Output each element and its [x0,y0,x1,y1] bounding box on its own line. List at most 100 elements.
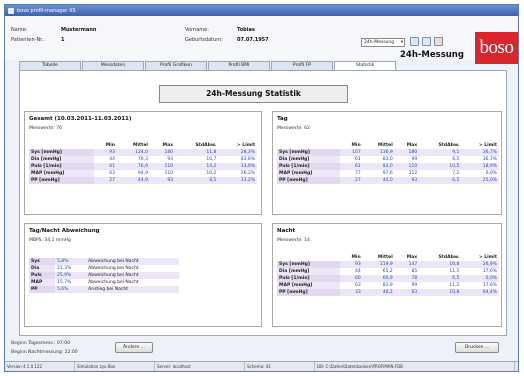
table-cell: 14,2 [175,163,219,170]
birthdate-value: 07.07.1957 [237,37,269,43]
print-button[interactable]: Drucken ... [455,342,499,353]
panel-daynight-title: Tag/Nacht Abweichung [29,228,100,234]
table-cell: 21,3% [57,266,72,271]
table-cell: 10,7 [206,157,217,162]
table-row: PP [mmHg] 33 46,2 63 10,8 64,4% [277,289,499,296]
patient-nr-value: 1 [61,37,65,43]
panel-day-title: Tag [277,116,288,122]
daynight-table: Sys 5,8% Abweichung bei Nacht Dia 21,3% Abwei… [29,258,179,293]
column-header: Mittel [377,143,393,148]
table-cell: 7,2 [452,171,460,176]
table-cell: 107 [340,149,363,156]
measurement-mode-select[interactable]: 24h-Messung ▾ [361,38,405,47]
status-cell: Version 4.1.0.122 [5,362,75,371]
tab-messdaten[interactable]: Messdaten [82,61,144,70]
column-header [277,254,340,261]
table-cell: 10,2 [206,171,217,176]
table-cell: 5,6% [55,286,87,293]
panel-night: Nacht Messwerte: 14 Min Mittel Max StdAbw. >… [272,223,502,327]
chevron-down-icon: ▾ [400,40,403,45]
table-cell: 112 [408,171,418,176]
column-header: StdAbw. [438,255,460,260]
table-row: MAP 15,7% Abweichung bei Nacht [29,279,179,286]
birthdate-label: Geburtsdatum: [185,37,223,43]
panel-total-title: Gesamt (10.03.2011-11.03.2011) [29,116,132,122]
user-icon[interactable] [410,37,419,46]
row-label: MAP [mmHg] [277,170,341,177]
table-row: Sys [mmHg] 93 124,0 180 11,8 28,3% [29,149,257,156]
tab-profil-grafiken[interactable]: Profil Grafiken [145,61,207,70]
table-cell: 60 [340,275,363,282]
row-label: Dia [mmHg] [277,268,341,275]
column-header: Max [162,143,174,148]
table-cell: Anstieg bei Nacht [86,286,179,293]
panel-night-title: Nacht [277,228,296,234]
table-cell: 6,5 [419,275,462,282]
table-cell: 83,8% [240,157,255,162]
column-header: StdAbw. [195,143,217,148]
table-cell: 85 [411,269,418,274]
table-cell: 110 [394,163,420,170]
table-cell: 147 [394,261,420,268]
name-label: Name: [11,27,28,33]
table-cell: 99 [411,283,418,288]
panel-total: Gesamt (10.03.2011-11.03.2011) Messwerte… [24,111,262,215]
measurement-title: 24h-Messung [400,50,464,60]
row-label: PP [mmHg] [277,289,341,296]
table-cell: 78 [394,275,420,282]
row-label: Sys [mmHg] [29,149,94,156]
table-cell: 9,1 [419,149,462,156]
table-cell: Abweichung bei Nacht [86,272,179,279]
night-start-label: Beginn Nachtmessung: 22:00 [11,350,78,355]
settings-icon[interactable] [422,37,431,46]
table-cell: 83,0 [382,157,393,162]
table-cell: 26,9% [461,261,499,268]
table-cell: 26,2% [240,171,255,176]
column-header: Mittel [377,255,393,260]
export-icon[interactable] [434,37,443,46]
column-header: > Limit [478,255,497,260]
table-cell: 61 [93,163,117,170]
table-row: Puls [1/min] 61 83,0 110 10,5 18,9% [277,163,499,170]
table-cell: 76,3 [137,157,148,162]
panel-day: Tag Messwerte: 62 Min Mittel Max StdAbw. > L… [272,111,502,215]
column-header: Min [351,255,361,260]
table-cell: 93 [93,149,117,156]
table-cell: 27 [340,177,363,184]
column-header: Min [105,143,115,148]
row-label: Sys [29,258,55,265]
row-label: Puls [29,272,55,279]
app-icon [8,7,14,14]
app-window: boso profil-manager XS Name: Mustermann … [4,4,519,372]
row-label: MAP [29,279,55,286]
row-label: Sys [mmHg] [277,149,341,156]
day-stat-table: Min Mittel Max StdAbw. > Limit Sys [mmHg] 107 1… [277,142,499,184]
patient-header: Name: Mustermann Patienten-Nr.: 1 Vornam… [5,16,518,64]
table-cell: 46,2 [362,289,395,296]
table-row: PP [mmHg] 27 44,9 93 8,5 13,2% [29,177,257,184]
table-row: Dia [mmHg] 44 76,3 93 10,7 83,8% [29,156,257,163]
first-name-value: Tobias [237,27,255,33]
table-cell: 18,9% [461,163,499,170]
table-row: MAP [mmHg] 63 94,9 110 10,2 26,2% [29,170,257,177]
row-label: MAP [mmHg] [277,282,341,289]
table-row: Sys [mmHg] 107 136,9 180 9,1 36,7% [277,149,499,156]
column-header: > Limit [236,143,255,148]
table-cell: 13,9% [218,163,257,170]
change-times-button[interactable]: Ändern ... [115,342,153,353]
tab-profil-fp[interactable]: Profil FP [271,61,333,70]
patient-nr-label: Patienten-Nr.: [11,37,46,43]
status-cell: Server: localhost [155,362,245,371]
tab-profil-bmi[interactable]: Profil BMI [208,61,270,70]
status-cell: DB: C:\Daten\Datenbanken\PROFIMAN.FDB [315,362,515,371]
table-cell: 110 [164,171,174,176]
tab-tabelle[interactable]: Tabelle [19,61,81,70]
statistics-banner: 24h-Messung Statistik [159,85,348,103]
table-cell: 16,8 [419,261,462,268]
total-stat-table: Min Mittel Max StdAbw. > Limit Sys [mmHg] 93 12… [29,142,257,184]
table-cell: 25,9% [55,272,87,279]
table-cell: 124,0 [117,149,150,156]
tab-bar: Tabelle Messdaten Profil Grafiken Profil BM… [19,61,397,71]
table-cell: 28,3% [218,149,257,156]
night-stat-table: Min Mittel Max StdAbw. > Limit Sys [mmHg] 93 11… [277,254,499,296]
